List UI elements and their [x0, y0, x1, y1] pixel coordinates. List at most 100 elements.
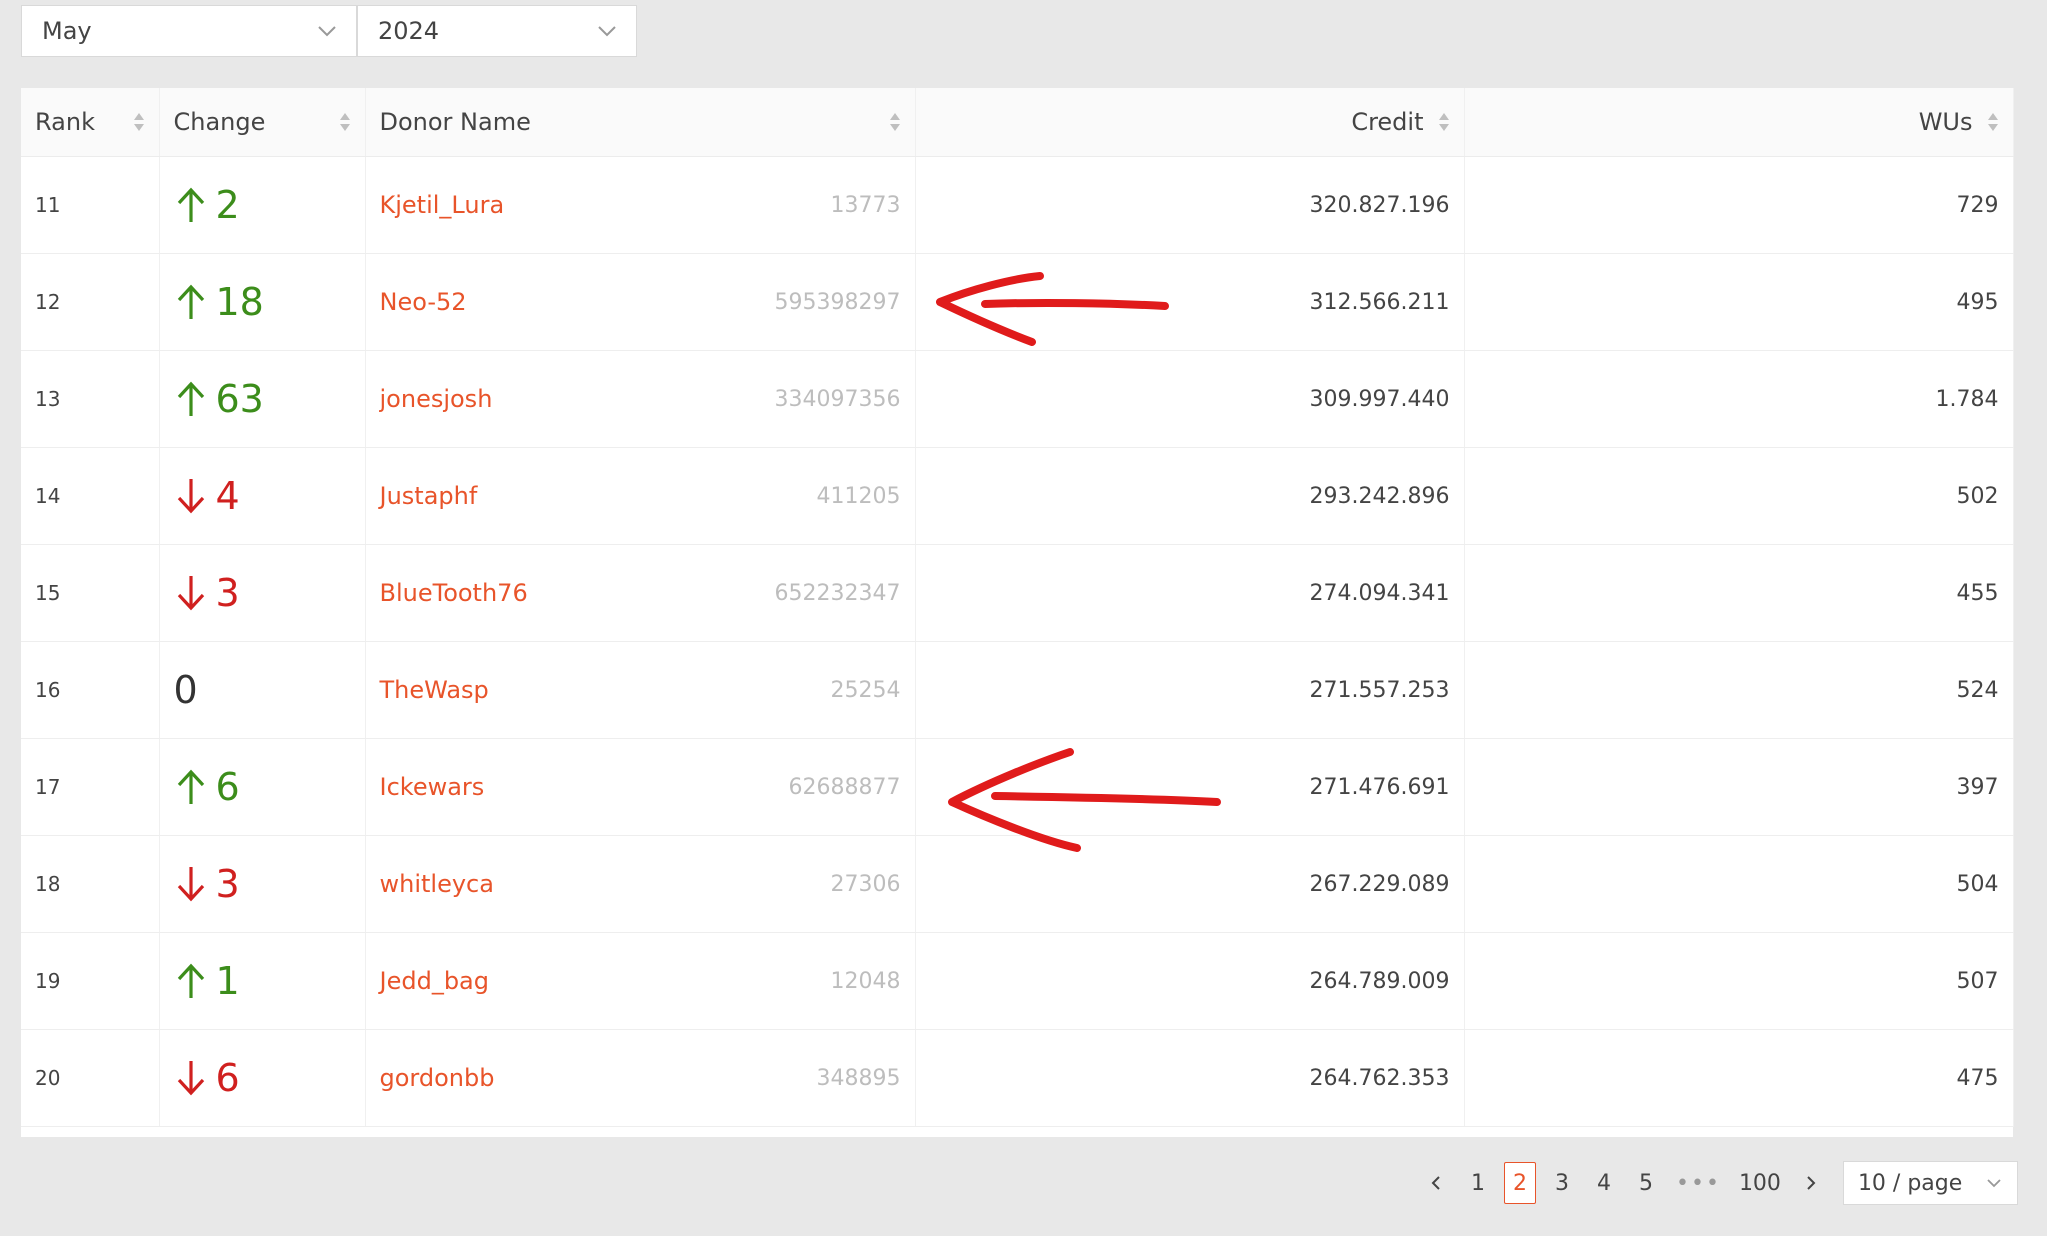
credit-cell: 293.242.896: [915, 447, 1465, 545]
column-header-donor[interactable]: Donor Name: [365, 88, 916, 157]
change-indicator: 18: [174, 280, 351, 324]
rank-cell: 20: [21, 1029, 160, 1127]
arrow-down-icon: [177, 867, 204, 902]
sort-icon[interactable]: [133, 110, 145, 134]
column-header-credit[interactable]: Credit: [915, 88, 1465, 157]
table-row: 15 3 BlueTooth76 652232347 274.094.341 455: [21, 544, 2014, 642]
wus-cell: 504: [1464, 835, 2014, 933]
column-header-change[interactable]: Change: [159, 88, 366, 157]
sort-icon[interactable]: [339, 110, 351, 134]
month-select[interactable]: May: [21, 5, 357, 57]
change-cell: 0: [159, 641, 366, 739]
wus-cell: 455: [1464, 544, 2014, 642]
column-label: Credit: [1351, 108, 1424, 136]
change-indicator: 3: [174, 862, 351, 906]
credit-cell: 312.566.211: [915, 253, 1465, 351]
arrow-down-icon: [177, 1061, 204, 1096]
credit-cell: 267.229.089: [915, 835, 1465, 933]
donor-cell: TheWasp 25254: [365, 641, 916, 739]
arrow-down-icon: [177, 576, 204, 611]
jump-next-ellipsis[interactable]: •••: [1672, 1162, 1725, 1204]
credit-cell: 271.557.253: [915, 641, 1465, 739]
change-indicator: 6: [174, 765, 351, 809]
chevron-down-icon: [598, 26, 616, 37]
wus-cell: 397: [1464, 738, 2014, 836]
donor-name-link[interactable]: Ickewars: [380, 773, 485, 801]
pagination: 1 2 3 4 5 ••• 100 10 / page: [1420, 1160, 2018, 1206]
credit-cell: 274.094.341: [915, 544, 1465, 642]
column-header-wus[interactable]: WUs: [1464, 88, 2014, 157]
arrow-up-icon: [177, 963, 204, 998]
page-size-select[interactable]: 10 / page: [1842, 1161, 2018, 1205]
donor-name-link[interactable]: BlueTooth76: [380, 579, 528, 607]
change-indicator: 2: [174, 183, 351, 227]
sort-icon[interactable]: [1987, 110, 1999, 134]
donor-id: 62688877: [788, 774, 901, 800]
donor-cell: gordonbb 348895: [365, 1029, 916, 1127]
table-row: 12 18 Neo-52 595398297 312.566.211 495: [21, 253, 2014, 351]
change-cell: 18: [159, 253, 366, 351]
donor-name-link[interactable]: Jedd_bag: [380, 967, 490, 995]
credit-cell: 320.827.196: [915, 156, 1465, 254]
credit-cell: 271.476.691: [915, 738, 1465, 836]
credit-cell: 309.997.440: [915, 350, 1465, 448]
donor-name-link[interactable]: Justaphf: [380, 482, 478, 510]
sort-icon[interactable]: [1438, 110, 1450, 134]
donor-name-link[interactable]: Neo-52: [380, 288, 467, 316]
rank-cell: 13: [21, 350, 160, 448]
donor-cell: whitleyca 27306: [365, 835, 916, 933]
column-label: Change: [173, 108, 266, 136]
wus-cell: 524: [1464, 641, 2014, 739]
arrow-up-icon: [177, 381, 204, 416]
donor-cell: Ickewars 62688877: [365, 738, 916, 836]
rank-cell: 11: [21, 156, 160, 254]
change-cell: 3: [159, 544, 366, 642]
donor-id: 13773: [830, 192, 901, 218]
donor-name-link[interactable]: TheWasp: [380, 676, 489, 704]
donor-name-link[interactable]: jonesjosh: [380, 385, 493, 413]
chevron-left-icon: [1431, 1176, 1440, 1190]
rank-cell: 17: [21, 738, 160, 836]
page-button-4[interactable]: 4: [1588, 1162, 1620, 1204]
rank-cell: 18: [21, 835, 160, 933]
change-indicator: 6: [174, 1056, 351, 1100]
change-value: 18: [215, 280, 264, 324]
donor-name-link[interactable]: gordonbb: [380, 1064, 495, 1092]
page-button-last[interactable]: 100: [1735, 1162, 1785, 1204]
sort-icon[interactable]: [889, 110, 901, 134]
rank-cell: 14: [21, 447, 160, 545]
change-value: 3: [215, 571, 240, 615]
table-row: 17 6 Ickewars 62688877 271.476.691 397: [21, 738, 2014, 836]
page-button-1[interactable]: 1: [1462, 1162, 1494, 1204]
year-select-value: 2024: [378, 17, 440, 45]
table-row: 14 4 Justaphf 411205 293.242.896 502: [21, 447, 2014, 545]
column-header-rank[interactable]: Rank: [21, 88, 160, 157]
donor-cell: Kjetil_Lura 13773: [365, 156, 916, 254]
donor-id: 348895: [816, 1065, 901, 1091]
change-indicator: 1: [174, 959, 351, 1003]
page-button-3[interactable]: 3: [1546, 1162, 1578, 1204]
chevron-down-icon: [318, 26, 336, 37]
change-value: 3: [215, 862, 240, 906]
change-cell: 63: [159, 350, 366, 448]
rank-cell: 16: [21, 641, 160, 739]
change-indicator: 4: [174, 474, 351, 518]
donor-id: 334097356: [774, 386, 901, 412]
donor-id: 411205: [816, 483, 901, 509]
prev-page-button[interactable]: [1420, 1162, 1452, 1204]
donor-cell: BlueTooth76 652232347: [365, 544, 916, 642]
wus-cell: 475: [1464, 1029, 2014, 1127]
change-cell: 3: [159, 835, 366, 933]
page-button-2[interactable]: 2: [1504, 1162, 1536, 1204]
change-cell: 4: [159, 447, 366, 545]
arrow-up-icon: [177, 187, 204, 222]
change-value: 2: [215, 183, 240, 227]
donor-name-link[interactable]: Kjetil_Lura: [380, 191, 505, 219]
wus-cell: 502: [1464, 447, 2014, 545]
next-page-button[interactable]: [1795, 1162, 1827, 1204]
page-button-5[interactable]: 5: [1630, 1162, 1662, 1204]
year-select[interactable]: 2024: [357, 5, 637, 57]
table-row: 13 63 jonesjosh 334097356 309.997.440 1.784: [21, 350, 2014, 448]
donor-name-link[interactable]: whitleyca: [380, 870, 494, 898]
change-value: 63: [215, 377, 264, 421]
